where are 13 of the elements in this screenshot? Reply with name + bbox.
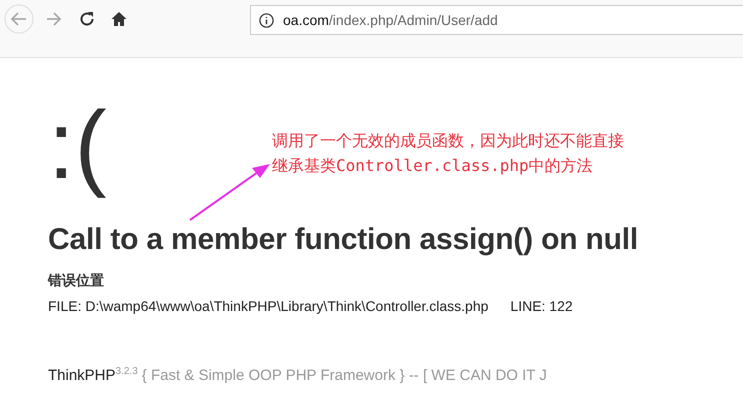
line-number: LINE: 122: [510, 298, 573, 314]
location-heading: 错误位置: [48, 272, 105, 290]
reload-icon[interactable]: [78, 10, 96, 28]
brand-name: ThinkPHP: [48, 367, 116, 384]
url-text: oa.com/index.php/Admin/User/add: [283, 12, 498, 28]
address-bar[interactable]: oa.com/index.php/Admin/User/add: [250, 5, 743, 35]
tagline-text: { Fast & Simple OOP PHP Framework } -- [ WE CAN DO IT J: [142, 367, 547, 384]
version-text: 3.2.3: [116, 366, 138, 377]
info-icon[interactable]: [259, 12, 274, 28]
home-icon[interactable]: [110, 10, 128, 28]
annotation-text: 调用了一个无效的成员函数，因为此时还不能直接 继承基类Controller.class.php中的方法: [272, 130, 624, 177]
file-path: FILE: D:\wamp64\www\oa\ThinkPHP\Library\Think\Controller.class.php: [48, 298, 488, 314]
error-message: Call to a member function assign() on null: [48, 222, 639, 258]
